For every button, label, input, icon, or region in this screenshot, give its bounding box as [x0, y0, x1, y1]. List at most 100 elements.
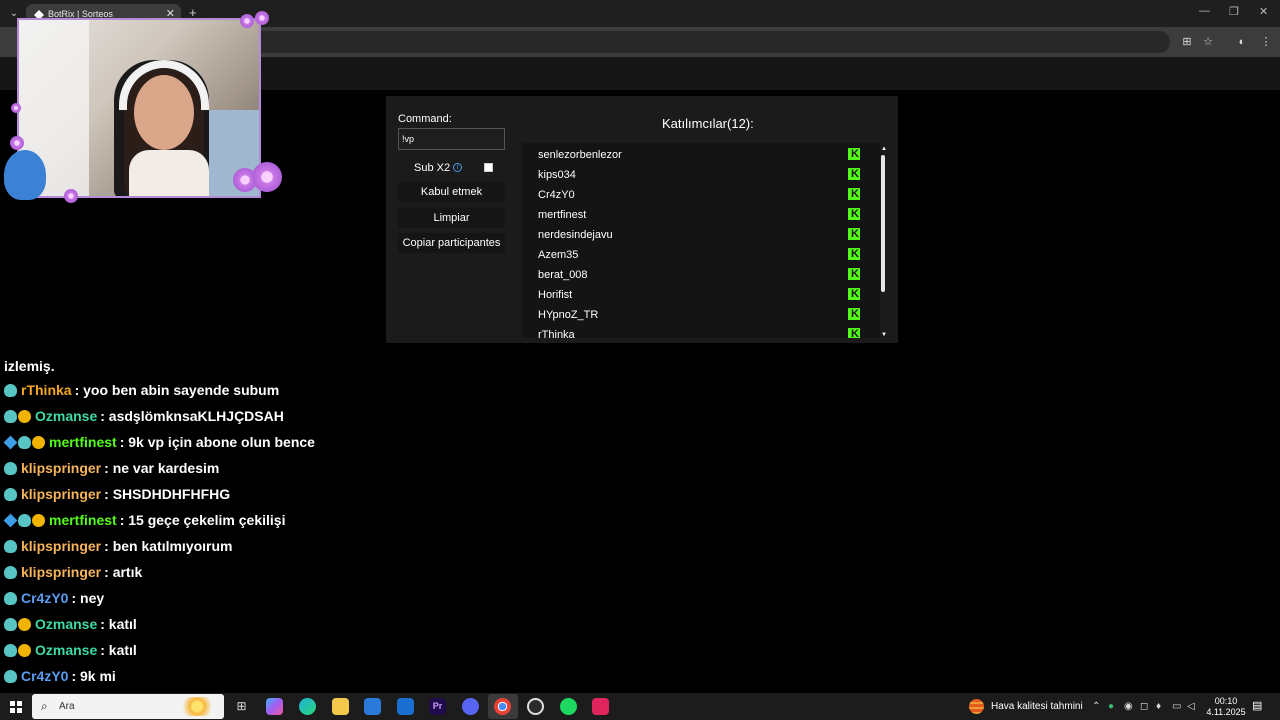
chat-username[interactable]: mertfinest	[49, 434, 117, 450]
flower-decoration-icon	[255, 11, 269, 25]
chat-message-text: : yoo ben abin sayende subum	[74, 382, 280, 398]
participants-scrollbar[interactable]: ▲ ▼	[880, 146, 888, 338]
gift-badge-icon	[18, 644, 31, 657]
chat-username[interactable]: Cr4zY0	[21, 590, 68, 606]
microsoft-store-icon[interactable]	[364, 698, 381, 715]
chat-username[interactable]: klipspringer	[21, 460, 101, 476]
chat-username[interactable]: klipspringer	[21, 564, 101, 580]
chat-message: klipspringer: ne var kardesim	[4, 460, 219, 476]
sub-badge-icon	[4, 488, 17, 501]
clock-time[interactable]: 00:10	[1208, 696, 1244, 706]
flower-decoration-icon	[252, 162, 282, 192]
restore-icon[interactable]: ❐	[1229, 5, 1239, 18]
sub-badge-icon	[4, 592, 17, 605]
webcam-person-shirt	[129, 150, 209, 196]
obs-icon[interactable]	[527, 698, 544, 715]
flower-decoration-icon	[10, 136, 24, 150]
taskbar-search-box[interactable]: ⌕ Ara	[32, 694, 224, 719]
clock-date[interactable]: 4.11.2025	[1203, 707, 1249, 717]
giveaway-panel: Command: Sub X2 i Kabul etmek Limpiar Co…	[386, 96, 898, 343]
address-bar[interactable]	[250, 31, 1170, 53]
participant-name: kips034	[538, 169, 576, 181]
steam-icon[interactable]: ◉	[1124, 701, 1133, 712]
chat-message-text: : 9k mi	[71, 668, 116, 684]
chat-message: klipspringer: SHSDHDHFHFHG	[4, 486, 230, 502]
chrome-icon[interactable]	[494, 698, 511, 715]
cube-badge-icon	[3, 513, 18, 528]
edge-icon[interactable]	[299, 698, 316, 715]
chat-message: Cr4zY0: 9k mi	[4, 668, 116, 684]
chat-message: mertfinest: 9k vp için abone olun bence	[3, 434, 315, 450]
kick-icon: K	[848, 308, 860, 320]
chat-username[interactable]: Ozmanse	[35, 408, 97, 424]
file-explorer-icon[interactable]	[332, 698, 349, 715]
search-highlight-icon	[182, 697, 220, 716]
participant-name: HYpnoZ_TR	[538, 309, 599, 321]
search-placeholder: Ara	[59, 701, 75, 712]
scroll-up-arrow-icon[interactable]: ▲	[881, 146, 887, 152]
copilot-icon[interactable]	[266, 698, 283, 715]
command-label: Command:	[398, 113, 452, 125]
discord-icon[interactable]	[462, 698, 479, 715]
chat-username[interactable]: Cr4zY0	[21, 668, 68, 684]
participant-name: Horifist	[538, 289, 573, 301]
minimize-icon[interactable]: —	[1199, 5, 1210, 17]
chat-message-text: : ben katılmıyoırum	[104, 538, 233, 554]
stitch-mascot-icon	[4, 150, 46, 200]
windows-start-icon[interactable]	[10, 701, 22, 713]
chat-username[interactable]: klipspringer	[21, 486, 101, 502]
participant-name: senlezorbenlezor	[538, 149, 622, 161]
participant-name: rThinka	[538, 329, 575, 338]
spotify-icon[interactable]	[560, 698, 577, 715]
webcam-overlay	[17, 18, 261, 198]
chat-partial-line: izlemiş.	[4, 358, 55, 374]
chat-message-text: : ney	[71, 590, 105, 606]
network-icon[interactable]: ▭	[1172, 701, 1181, 712]
close-window-icon[interactable]: ✕	[1259, 5, 1268, 18]
kick-icon: K	[848, 168, 860, 180]
sub-badge-icon	[18, 514, 31, 527]
chat-username[interactable]: Ozmanse	[35, 616, 97, 632]
tray-overflow-icon[interactable]: ⌃	[1092, 701, 1100, 712]
scroll-down-arrow-icon[interactable]: ▼	[881, 332, 887, 338]
gift-badge-icon	[18, 410, 31, 423]
chat-message: Ozmanse: katıl	[4, 616, 137, 632]
chat-message: klipspringer: ben katılmıyoırum	[4, 538, 233, 554]
volume-icon[interactable]: ◁	[1187, 701, 1195, 712]
flower-decoration-icon	[11, 103, 21, 113]
copy-participants-button[interactable]: Copiar participantes	[398, 233, 505, 253]
translate-icon[interactable]: ⊞	[1180, 35, 1194, 49]
premiere-pro-icon[interactable]: Pr	[429, 698, 446, 715]
flower-decoration-icon	[64, 189, 78, 203]
sub-badge-icon	[18, 436, 31, 449]
chat-username[interactable]: klipspringer	[21, 538, 101, 554]
command-input[interactable]	[398, 128, 505, 150]
profile-icon[interactable]: ◐	[1235, 35, 1249, 49]
participants-title: Katılımcılar(12):	[662, 116, 754, 131]
task-view-icon[interactable]: ⊞	[233, 698, 250, 715]
info-icon[interactable]: i	[453, 163, 462, 172]
clear-button[interactable]: Limpiar	[398, 208, 505, 228]
bookmark-star-icon[interactable]: ☆	[1201, 35, 1215, 49]
microphone-icon[interactable]: ♦	[1156, 701, 1161, 712]
outlook-icon[interactable]	[397, 698, 414, 715]
sub-x2-checkbox[interactable]	[484, 163, 493, 172]
tray-app-icon[interactable]: ◻	[1140, 701, 1148, 712]
air-quality-icon[interactable]	[969, 699, 984, 714]
chat-username[interactable]: mertfinest	[49, 512, 117, 528]
kick-icon: K	[848, 328, 860, 338]
participant-name: Azem35	[538, 249, 579, 261]
participants-list[interactable]: senlezorbenlezor K kips034 K Cr4zY0 K me…	[522, 143, 880, 338]
chat-username[interactable]: Ozmanse	[35, 642, 97, 658]
weather-text[interactable]: Hava kalitesi tahmini	[991, 701, 1083, 712]
notification-icon[interactable]: ▤	[1252, 699, 1262, 712]
scrollbar-thumb[interactable]	[881, 155, 885, 292]
pinned-app-icon[interactable]	[592, 698, 609, 715]
accept-button[interactable]: Kabul etmek	[398, 182, 505, 202]
flower-decoration-icon	[240, 14, 254, 28]
menu-kebab-icon[interactable]: ⋮	[1259, 35, 1273, 49]
sub-badge-icon	[4, 462, 17, 475]
chat-username[interactable]: rThinka	[21, 382, 72, 398]
chat-message: Ozmanse: katıl	[4, 642, 137, 658]
status-dot-icon[interactable]: ●	[1108, 701, 1114, 712]
